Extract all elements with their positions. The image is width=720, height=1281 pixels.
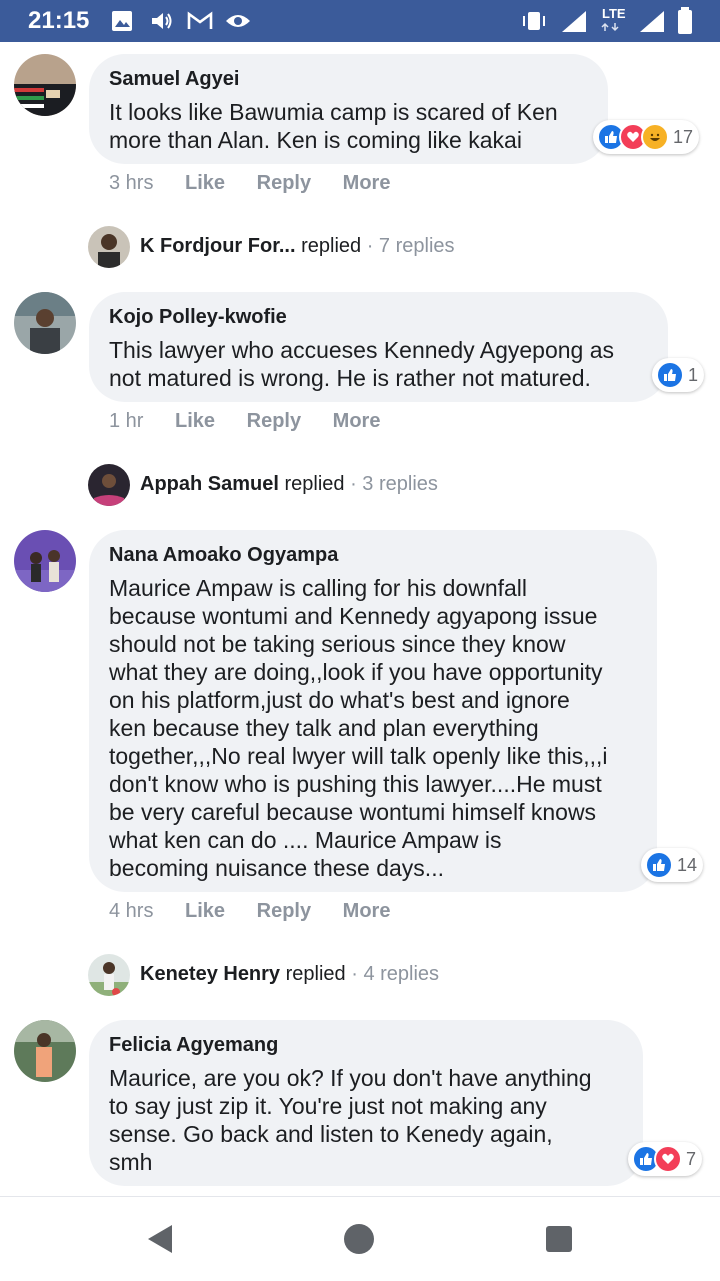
comment-text-line: what they are doing,,look if you have op…	[109, 659, 603, 685]
reply-button[interactable]: Reply	[257, 172, 311, 194]
reaction-summary[interactable]: 7	[628, 1142, 703, 1176]
comment-bubble[interactable]: Samuel Agyei It looks like Bawumia camp …	[89, 54, 608, 164]
comment-actions: 1 hr Like Reply More	[109, 410, 406, 433]
comment-author[interactable]: Felicia Agyemang	[109, 1032, 623, 1058]
comment-author[interactable]: Nana Amoako Ogyampa	[109, 542, 637, 568]
recents-icon[interactable]	[545, 1225, 573, 1253]
eye-icon	[226, 15, 250, 27]
volume-icon	[152, 13, 172, 29]
reaction-count: 7	[686, 1148, 697, 1169]
vibrate-icon	[523, 12, 545, 30]
reply-verb: replied	[284, 473, 345, 495]
like-button[interactable]: Like	[175, 410, 215, 432]
love-reaction-icon	[654, 1145, 682, 1173]
reply-count: · 7 replies	[366, 235, 455, 257]
comment-text-line: ken because they talk and plan everythin…	[109, 715, 539, 741]
comment-text-line: Maurice, are you ok? If you don't have a…	[109, 1065, 592, 1091]
comment-text-line: be very careful because wontumi himself …	[109, 799, 597, 825]
avatar[interactable]	[14, 1020, 76, 1082]
more-button[interactable]: More	[343, 900, 391, 922]
comment-actions: 3 hrs Like Reply More	[109, 172, 416, 195]
reply-verb: replied	[285, 963, 346, 985]
home-icon[interactable]	[343, 1223, 375, 1255]
comment-bubble[interactable]: Kojo Polley-kwofie This lawyer who accue…	[89, 292, 668, 402]
avatar[interactable]	[14, 54, 76, 116]
signal-2-icon	[640, 11, 664, 32]
comment-text-line: to say just zip it. You're just not maki…	[109, 1093, 547, 1119]
more-button[interactable]: More	[333, 410, 381, 432]
comment-author[interactable]: Kojo Polley-kwofie	[109, 304, 648, 330]
like-button[interactable]: Like	[185, 172, 225, 194]
reply-thread[interactable]: Kenetey Henry replied · 4 replies	[140, 963, 439, 986]
comment-text-line: It looks like Bawumia camp is scared of …	[109, 99, 558, 125]
comment-text-line: what ken can do .... Maurice Ampaw is	[109, 827, 502, 853]
comment-text-line: Maurice Ampaw is calling for his downfal…	[109, 575, 528, 601]
more-button[interactable]: More	[343, 172, 391, 194]
network-label: LTE	[602, 6, 626, 21]
status-time: 21:15	[28, 7, 90, 34]
comment-text-line: smh	[109, 1149, 153, 1175]
comment-text-line: more than Alan. Ken is coming like kakai	[109, 127, 522, 153]
avatar[interactable]	[14, 530, 76, 592]
comment-actions: 4 hrs Like Reply More	[109, 900, 416, 923]
reaction-count: 14	[677, 854, 698, 875]
reply-avatar[interactable]	[88, 954, 130, 996]
signal-icon	[562, 11, 586, 32]
reaction-summary[interactable]: 1	[652, 358, 705, 392]
navigation-bar	[0, 1196, 720, 1281]
reaction-summary[interactable]: 17	[593, 120, 700, 154]
reaction-summary[interactable]: 14	[641, 848, 704, 882]
comment-text-line: don't know who is pushing this lawyer...…	[109, 771, 602, 797]
reply-author: Appah Samuel	[140, 473, 279, 495]
reply-avatar[interactable]	[88, 464, 130, 506]
comment-bubble[interactable]: Felicia Agyemang Maurice, are you ok? If…	[89, 1020, 643, 1186]
gallery-icon	[112, 11, 132, 31]
reply-thread[interactable]: Appah Samuel replied · 3 replies	[140, 473, 438, 496]
reply-author: K Fordjour For...	[140, 235, 296, 257]
reply-thread[interactable]: K Fordjour For... replied · 7 replies	[140, 235, 455, 258]
like-reaction-icon	[656, 361, 684, 389]
comment-text-line: because wontumi and Kennedy agyapong iss…	[109, 603, 598, 629]
comment-text-line: This lawyer who accueses Kennedy Agyepon…	[109, 337, 615, 363]
reply-button[interactable]: Reply	[257, 900, 311, 922]
reply-verb: replied	[301, 235, 362, 257]
comment-text-line: becoming nuisance these days...	[109, 855, 444, 881]
battery-icon	[678, 7, 692, 34]
haha-reaction-icon	[641, 123, 669, 151]
reply-count: · 4 replies	[351, 963, 440, 985]
data-arrows-icon	[601, 22, 619, 32]
comments-list: Samuel Agyei It looks like Bawumia camp …	[0, 42, 720, 1196]
reaction-count: 17	[673, 126, 694, 147]
gmail-icon	[187, 11, 213, 29]
like-button[interactable]: Like	[185, 900, 225, 922]
comment-bubble[interactable]: Nana Amoako Ogyampa Maurice Ampaw is cal…	[89, 530, 657, 892]
comment-time[interactable]: 4 hrs	[109, 900, 153, 922]
comment-text-line: should not be taking serious since they …	[109, 631, 566, 657]
reply-button[interactable]: Reply	[247, 410, 301, 432]
comment-text-line: together,,,No real lwyer will talk openl…	[109, 743, 608, 769]
comment-author[interactable]: Samuel Agyei	[109, 66, 588, 92]
status-bar: 21:15 LTE	[0, 0, 720, 42]
like-reaction-icon	[645, 851, 673, 879]
reply-avatar[interactable]	[88, 226, 130, 268]
back-icon[interactable]	[146, 1223, 174, 1255]
comment-text-line: not matured is wrong. He is rather not m…	[109, 365, 591, 391]
comment-time[interactable]: 3 hrs	[109, 172, 153, 194]
reply-count: · 3 replies	[350, 473, 438, 495]
comment-text-line: sense. Go back and listen to Kenedy agai…	[109, 1121, 553, 1147]
avatar[interactable]	[14, 292, 76, 354]
comment-time[interactable]: 1 hr	[109, 410, 143, 432]
reply-author: Kenetey Henry	[140, 963, 281, 985]
reaction-count: 1	[688, 364, 699, 385]
comment-text-line: on his platform,just do what's best and …	[109, 687, 570, 713]
